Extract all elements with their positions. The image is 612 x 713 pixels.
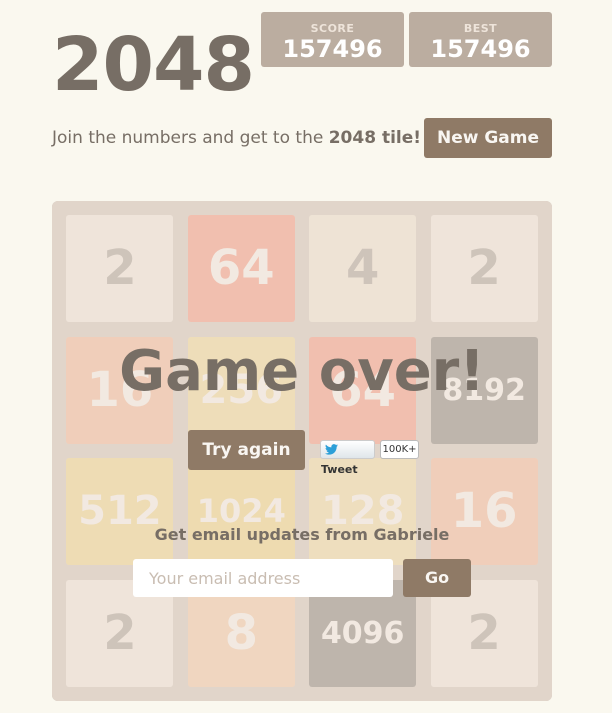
best-label: BEST [463, 22, 498, 35]
tweet-button[interactable]: Tweet [320, 440, 375, 476]
intro-text: Join the numbers and get to the [52, 128, 329, 148]
score-label: SCORE [310, 22, 355, 35]
tweet-label: Tweet [321, 463, 358, 476]
score-box: SCORE 157496 [261, 12, 404, 67]
twitter-bird-icon [325, 444, 338, 455]
new-game-button[interactable]: New Game [424, 118, 552, 158]
best-value: 157496 [430, 35, 531, 63]
game-page: 2048 SCORE 157496 BEST 157496 Join the n… [0, 0, 612, 713]
game-over-message: Game over! [119, 339, 485, 404]
game-intro: Join the numbers and get to the 2048 til… [52, 128, 421, 148]
best-score-box: BEST 157496 [409, 12, 552, 67]
intro-target-tile: 2048 tile! [328, 128, 422, 148]
email-field[interactable] [133, 559, 393, 597]
score-value: 157496 [282, 35, 383, 63]
game-title: 2048 [52, 22, 255, 108]
try-again-button[interactable]: Try again [188, 430, 305, 470]
go-button[interactable]: Go [403, 559, 471, 597]
tweet-count-badge: 100K+ [380, 440, 419, 459]
email-heading: Get email updates from Gabriele [154, 525, 450, 544]
